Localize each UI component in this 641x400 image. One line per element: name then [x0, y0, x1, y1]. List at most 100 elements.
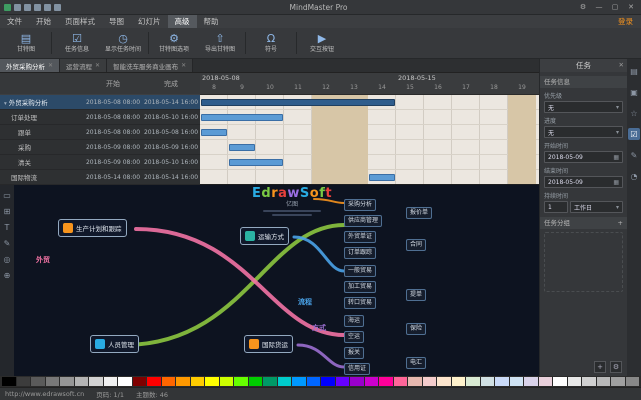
palette-swatch-19[interactable] — [278, 377, 292, 386]
mindmap-node-10[interactable]: 信用证 — [344, 363, 370, 375]
gantt-row-5[interactable]: 国际物流2018-05-14 08:002018-05-14 16:00 — [0, 170, 200, 185]
menu-item-4[interactable]: 幻灯片 — [131, 15, 168, 28]
drag-tool-icon[interactable]: ⊞ — [4, 207, 11, 216]
redo-icon[interactable] — [34, 4, 41, 11]
palette-swatch-13[interactable] — [191, 377, 205, 386]
minimize-icon[interactable]: — — [592, 1, 606, 13]
expand-arrow-icon[interactable]: ▾ — [4, 101, 7, 107]
document-tab-0[interactable]: 外贸采购分析✕ — [0, 59, 60, 72]
gantt-timeline[interactable]: 2018-05-082018-05-1589101112131415161718… — [200, 73, 539, 184]
palette-swatch-8[interactable] — [118, 377, 132, 386]
palette-swatch-10[interactable] — [147, 377, 161, 386]
mindmap-node-13[interactable]: 提单 — [406, 289, 426, 301]
palette-swatch-6[interactable] — [89, 377, 103, 386]
menu-item-1[interactable]: 开始 — [29, 15, 58, 28]
palette-swatch-40[interactable] — [582, 377, 596, 386]
print-icon[interactable] — [44, 4, 51, 11]
settings-icon[interactable]: ⚙ — [576, 1, 590, 13]
mindmap-node-11[interactable]: 报价单 — [406, 207, 432, 219]
palette-swatch-34[interactable] — [495, 377, 509, 386]
palette-swatch-41[interactable] — [597, 377, 611, 386]
mindmap-branch-label-2[interactable]: 方式 — [312, 323, 326, 333]
gantt-bar-2[interactable] — [201, 129, 227, 136]
tab-close-icon-1[interactable]: ✕ — [95, 62, 100, 69]
zoom-tool-icon[interactable]: ⊕ — [4, 271, 11, 280]
task-field-unit-4[interactable]: 工作日▾ — [570, 201, 623, 213]
gantt-finish-column-header[interactable]: 完成 — [142, 73, 200, 94]
mindmap-topic-3[interactable]: 国际货运 — [244, 335, 293, 353]
ribbon-button-2[interactable]: ◷显示任务时间 — [100, 29, 146, 57]
palette-swatch-16[interactable] — [234, 377, 248, 386]
mindmap-node-6[interactable]: 转口贸易 — [344, 297, 376, 309]
mindmap-node-0[interactable]: 采购分析 — [344, 199, 376, 211]
palette-swatch-33[interactable] — [481, 377, 495, 386]
task-field-value-3[interactable]: 2018-05-09▦ — [544, 176, 623, 188]
palette-swatch-20[interactable] — [292, 377, 306, 386]
menu-item-3[interactable]: 导图 — [102, 15, 131, 28]
palette-swatch-43[interactable] — [626, 377, 640, 386]
palette-swatch-12[interactable] — [176, 377, 190, 386]
task-group-list[interactable] — [544, 232, 623, 292]
palette-swatch-29[interactable] — [423, 377, 437, 386]
pen-tool-icon[interactable]: ✎ — [4, 239, 11, 248]
palette-swatch-18[interactable] — [263, 377, 277, 386]
ribbon-button-6[interactable]: ▶交互按钮 — [299, 29, 345, 57]
mindmap-node-14[interactable]: 保险 — [406, 323, 426, 335]
close-icon[interactable]: ✕ — [624, 1, 638, 13]
mindmap-topic-1[interactable]: 人员管理 — [90, 335, 139, 353]
mindmap-node-2[interactable]: 外贸单证 — [344, 231, 376, 243]
menu-item-2[interactable]: 页面样式 — [58, 15, 102, 28]
select-tool-icon[interactable]: ▭ — [3, 191, 11, 200]
mindmap-node-3[interactable]: 订单跟踪 — [344, 247, 376, 259]
tab-close-icon-0[interactable]: ✕ — [48, 62, 53, 69]
palette-swatch-28[interactable] — [408, 377, 422, 386]
history-panel-icon[interactable]: ◔ — [628, 170, 640, 182]
palette-swatch-35[interactable] — [510, 377, 524, 386]
palette-swatch-26[interactable] — [379, 377, 393, 386]
gantt-bar-1[interactable] — [201, 114, 283, 121]
gantt-row-2[interactable]: 跟单2018-05-08 08:002018-05-08 16:00 — [0, 125, 200, 140]
mindmap-node-9[interactable]: 报关 — [344, 347, 364, 359]
palette-swatch-14[interactable] — [205, 377, 219, 386]
gantt-bar-3[interactable] — [229, 144, 255, 151]
mindmap-node-12[interactable]: 合同 — [406, 239, 426, 251]
ribbon-button-1[interactable]: ☑任务信息 — [54, 29, 100, 57]
mindmap-branch-label-0[interactable]: 外贸 — [36, 255, 50, 265]
save-icon[interactable] — [14, 4, 21, 11]
gantt-row-0[interactable]: ▾外贸采购分析2018-05-08 08:002018-05-14 16:00 — [0, 95, 200, 110]
outline-panel-icon[interactable]: ▤ — [628, 65, 640, 77]
palette-swatch-38[interactable] — [553, 377, 567, 386]
task-field-value-0[interactable]: 无▾ — [544, 101, 623, 113]
note-panel-icon[interactable]: ✎ — [628, 149, 640, 161]
close-panel-icon[interactable]: ✕ — [619, 59, 624, 72]
icon-panel-icon[interactable]: ☆ — [628, 107, 640, 119]
add-task-group-button[interactable]: + — [594, 361, 606, 373]
ribbon-button-5[interactable]: Ω符号 — [248, 29, 294, 57]
mindmap-node-1[interactable]: 供应商管理 — [344, 215, 382, 227]
tab-close-icon-2[interactable]: ✕ — [181, 62, 186, 69]
mindmap-branch-label-1[interactable]: 流程 — [298, 297, 312, 307]
task-field-value-2[interactable]: 2018-05-09▦ — [544, 151, 623, 163]
status-url[interactable]: http://www.edrawsoft.cn — [5, 390, 84, 398]
palette-swatch-31[interactable] — [452, 377, 466, 386]
palette-swatch-24[interactable] — [350, 377, 364, 386]
menu-item-0[interactable]: 文件 — [0, 15, 29, 28]
palette-swatch-7[interactable] — [104, 377, 118, 386]
mindmap-node-15[interactable]: 电汇 — [406, 357, 426, 369]
gantt-start-column-header[interactable]: 开始 — [84, 73, 142, 94]
mindmap-canvas[interactable]: ▭⊞T✎◎⊕ 生产计划和跟踪人员管理运输方式国际货运采购分析供应商管理外贸单证订… — [0, 185, 539, 376]
focus-tool-icon[interactable]: ◎ — [4, 255, 11, 264]
mindmap-topic-0[interactable]: 生产计划和跟踪 — [58, 219, 127, 237]
palette-swatch-27[interactable] — [394, 377, 408, 386]
palette-swatch-32[interactable] — [466, 377, 480, 386]
ribbon-button-0[interactable]: ▤甘特图 — [3, 29, 49, 57]
palette-swatch-15[interactable] — [220, 377, 234, 386]
app-logo-icon[interactable] — [4, 4, 11, 11]
mindmap-node-7[interactable]: 海运 — [344, 315, 364, 327]
new-file-icon[interactable] — [54, 4, 61, 11]
gantt-row-4[interactable]: 清关2018-05-09 08:002018-05-10 16:00 — [0, 155, 200, 170]
document-tab-2[interactable]: 智能洗车服务商业画布✕ — [107, 59, 193, 72]
gantt-bar-0[interactable] — [201, 99, 395, 106]
mindmap-surface[interactable]: 生产计划和跟踪人员管理运输方式国际货运采购分析供应商管理外贸单证订单跟踪一般贸易… — [14, 185, 539, 376]
palette-swatch-2[interactable] — [31, 377, 45, 386]
